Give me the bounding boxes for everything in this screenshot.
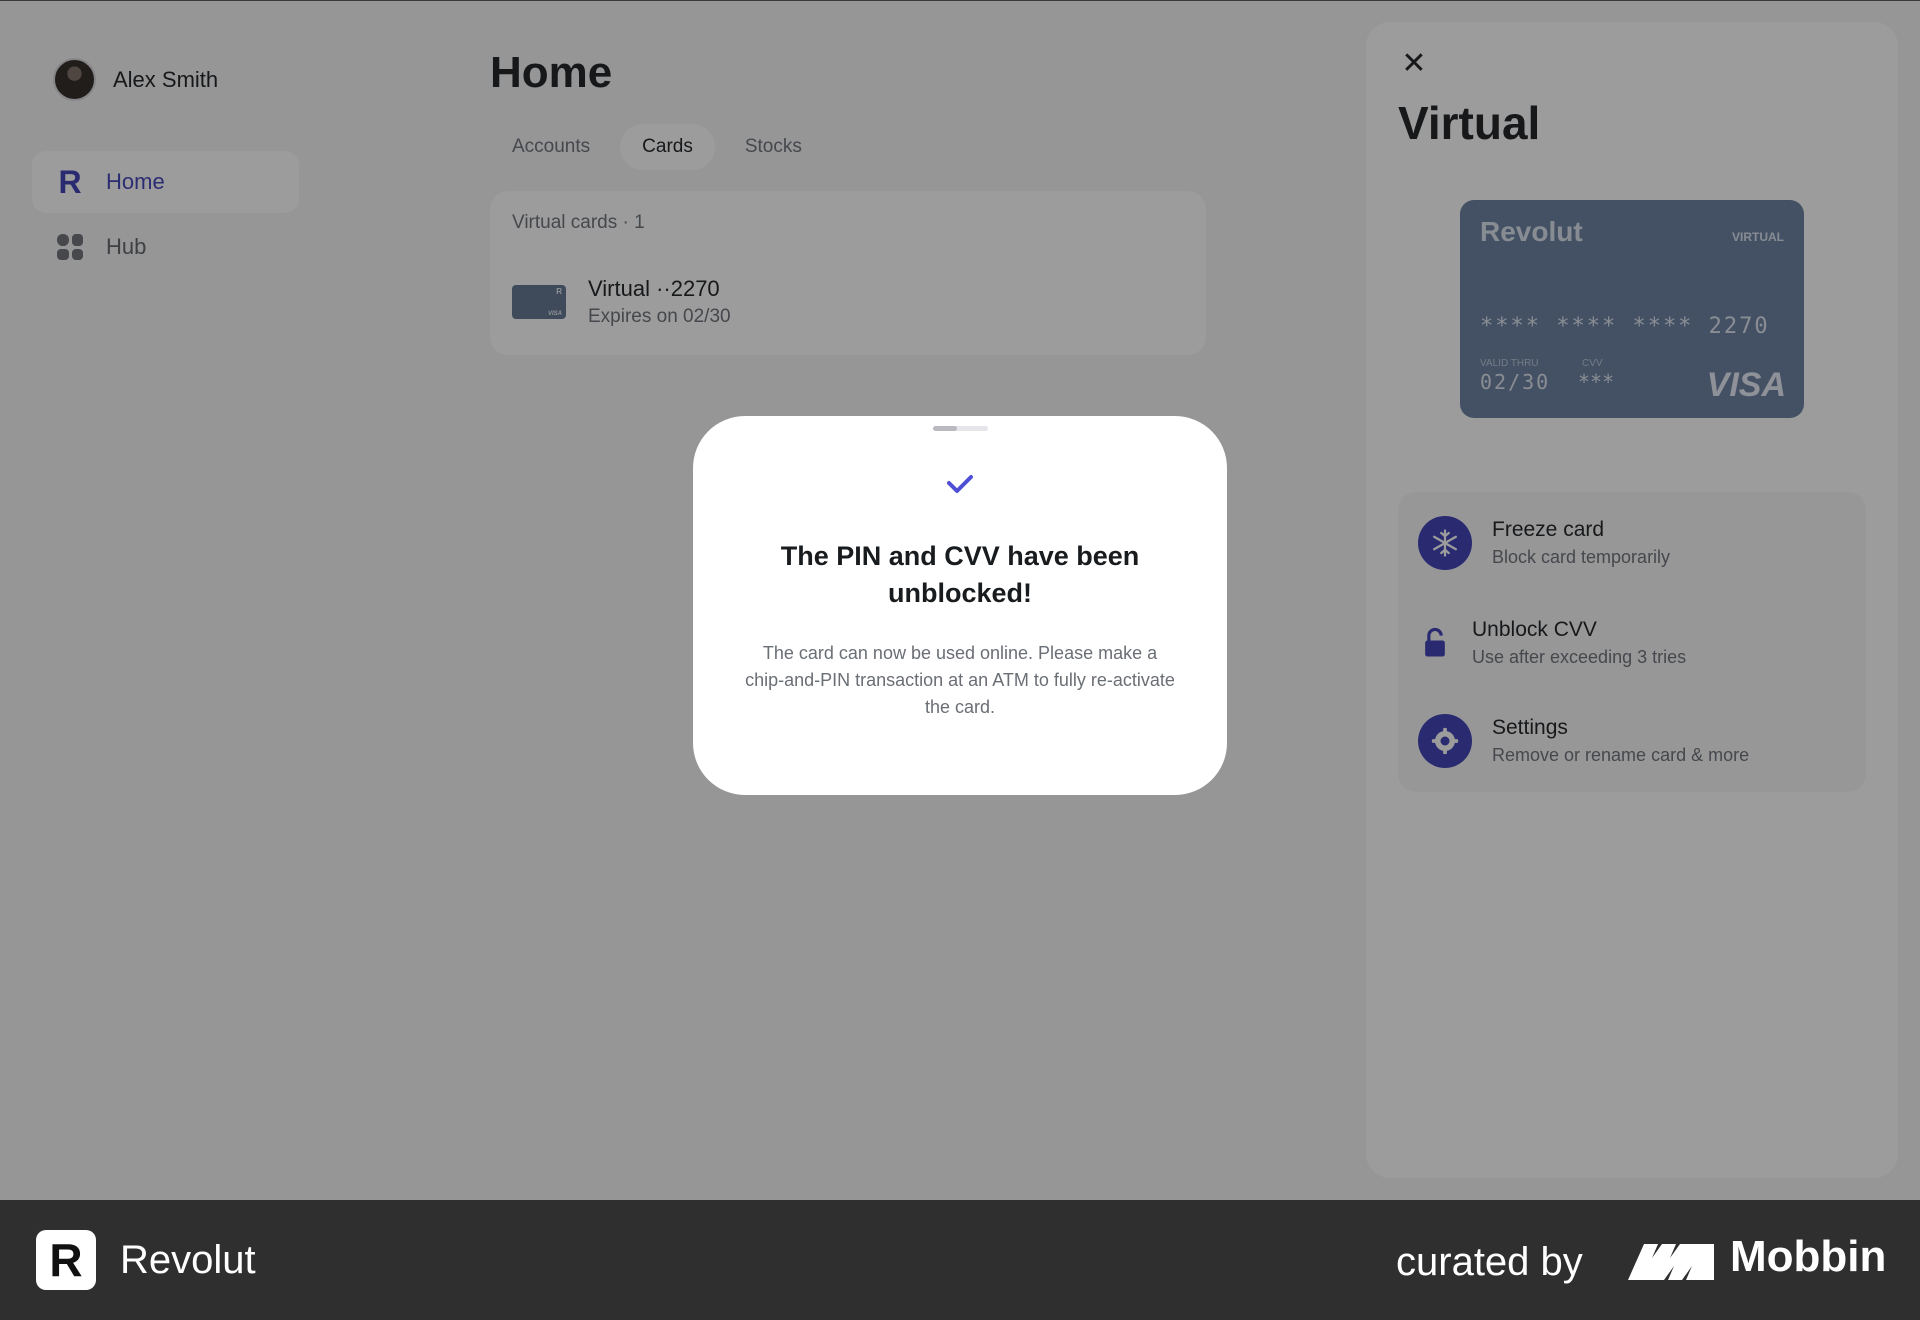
drag-handle[interactable] (933, 426, 988, 431)
footer-bar: R Revolut curated by Mobbin (0, 1200, 1920, 1320)
mobbin-wordmark: Mobbin (1730, 1232, 1887, 1281)
dialog-title: The PIN and CVV have been unblocked! (780, 541, 1140, 608)
revolut-app-logo: R (36, 1230, 96, 1290)
footer-brand: Revolut (120, 1238, 256, 1282)
mobbin-logo-icon (1628, 1244, 1714, 1280)
check-icon (947, 475, 973, 493)
success-dialog: The PIN and CVV have been unblocked! The… (693, 416, 1227, 795)
curated-by-label: curated by (1396, 1240, 1583, 1284)
revolut-logo-letter: R (49, 1234, 83, 1286)
dialog-message: The card can now be used online. Please … (745, 643, 1175, 717)
